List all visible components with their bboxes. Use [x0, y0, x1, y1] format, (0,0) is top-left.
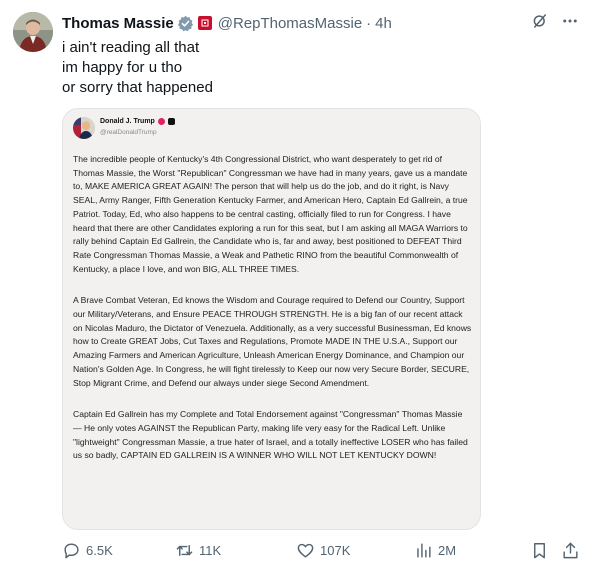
reply-icon [62, 541, 81, 560]
tweet-text-line: i ain't reading all that [62, 39, 200, 56]
embedded-paragraph: Captain Ed Gallrein has my Complete and … [73, 409, 468, 461]
tweet-text: i ain't reading all that im happy for u … [62, 38, 213, 98]
verified-badge-icon [157, 118, 165, 125]
account-badge-icon [167, 118, 175, 125]
timestamp[interactable]: 4h [375, 15, 392, 32]
repost-count: 11K [199, 543, 222, 558]
share-button[interactable] [561, 541, 580, 560]
embedded-paragraph: A Brave Combat Veteran, Ed knows the Wis… [73, 295, 472, 388]
like-button[interactable]: 107K [296, 541, 350, 560]
author-handle[interactable]: @RepThomasMassie [218, 15, 362, 32]
views-count: 2M [438, 543, 457, 558]
tweet-action-bar: 6.5K 11K 107K 2M [62, 541, 582, 561]
avatar[interactable] [13, 12, 53, 52]
share-icon [561, 541, 580, 560]
views-button[interactable]: 2M [414, 541, 456, 560]
tweet-header: Thomas Massie @RepThomasMassie · 4h [62, 13, 579, 33]
government-affiliation-icon [197, 16, 212, 30]
embedded-author-name: Donald J. Trump [100, 118, 155, 125]
repost-button[interactable]: 11K [175, 541, 221, 560]
more-icon[interactable] [561, 12, 579, 30]
views-icon [414, 541, 433, 560]
embedded-post-text: The incredible people of Kentucky's 4th … [73, 153, 472, 481]
bookmark-icon [530, 541, 549, 560]
repost-icon [175, 541, 194, 560]
separator-dot: · [366, 14, 372, 32]
embedded-post-image[interactable]: Donald J. Trump @realDonaldTrump The inc… [62, 108, 481, 530]
verified-badge-icon [177, 15, 194, 32]
embedded-post-author: Donald J. Trump [100, 118, 175, 125]
embedded-paragraph: The incredible people of Kentucky's 4th … [73, 154, 468, 274]
reply-button[interactable]: 6.5K [62, 541, 113, 560]
bookmark-button[interactable] [530, 541, 549, 560]
like-count: 107K [320, 543, 351, 558]
tweet-text-line: im happy for u tho [62, 59, 183, 76]
embedded-post-avatar [73, 117, 95, 139]
embedded-post-handle: @realDonaldTrump [100, 129, 157, 136]
tweet-top-actions [531, 12, 579, 30]
author-name[interactable]: Thomas Massie [62, 15, 174, 32]
reply-count: 6.5K [86, 543, 113, 558]
grok-icon[interactable] [531, 12, 549, 30]
tweet-text-line: or sorry that happened [62, 79, 213, 96]
heart-icon [296, 541, 315, 560]
